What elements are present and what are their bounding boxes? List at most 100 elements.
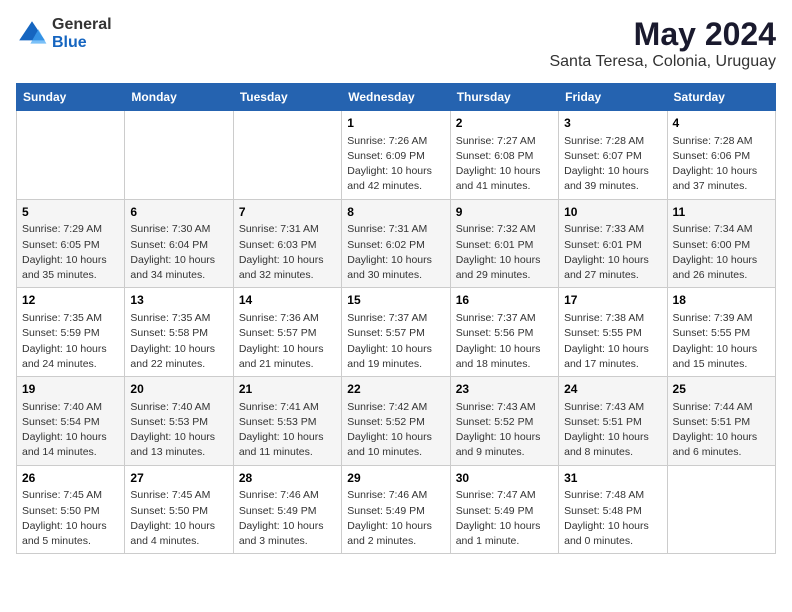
day-number: 24 (564, 381, 661, 398)
day-number: 2 (456, 115, 553, 132)
calendar-cell: 18 Sunrise: 7:39 AMSunset: 5:55 PMDayligh… (667, 288, 775, 377)
day-info: Sunrise: 7:33 AMSunset: 6:01 PMDaylight:… (564, 222, 661, 283)
calendar-cell (125, 111, 233, 200)
day-info: Sunrise: 7:37 AMSunset: 5:57 PMDaylight:… (347, 311, 444, 372)
day-info: Sunrise: 7:31 AMSunset: 6:03 PMDaylight:… (239, 222, 336, 283)
calendar-table: Sunday Monday Tuesday Wednesday Thursday… (16, 83, 776, 554)
day-info: Sunrise: 7:41 AMSunset: 5:53 PMDaylight:… (239, 400, 336, 461)
col-wednesday: Wednesday (342, 84, 450, 111)
logo: General Blue (16, 16, 112, 51)
day-info: Sunrise: 7:29 AMSunset: 6:05 PMDaylight:… (22, 222, 119, 283)
day-info: Sunrise: 7:47 AMSunset: 5:49 PMDaylight:… (456, 488, 553, 549)
calendar-cell: 4Sunrise: 7:28 AMSunset: 6:06 PMDaylight… (667, 111, 775, 200)
day-number: 15 (347, 292, 444, 309)
day-number: 28 (239, 470, 336, 487)
day-info: Sunrise: 7:37 AMSunset: 5:56 PMDaylight:… (456, 311, 553, 372)
day-number: 30 (456, 470, 553, 487)
calendar-cell: 20 Sunrise: 7:40 AMSunset: 5:53 PMDayligh… (125, 377, 233, 466)
day-info: Sunrise: 7:44 AMSunset: 5:51 PMDaylight:… (673, 400, 770, 461)
calendar-cell: 25 Sunrise: 7:44 AMSunset: 5:51 PMDayligh… (667, 377, 775, 466)
calendar-cell: 26Sunrise: 7:45 AMSunset: 5:50 PMDayligh… (17, 465, 125, 554)
logo-blue: Blue (52, 34, 112, 52)
calendar-cell: 17 Sunrise: 7:38 AMSunset: 5:55 PMDayligh… (559, 288, 667, 377)
calendar-cell: 30Sunrise: 7:47 AMSunset: 5:49 PMDayligh… (450, 465, 558, 554)
day-info: Sunrise: 7:35 AMSunset: 5:59 PMDaylight:… (22, 311, 119, 372)
day-info: Sunrise: 7:46 AMSunset: 5:49 PMDaylight:… (347, 488, 444, 549)
calendar-cell: 15 Sunrise: 7:37 AMSunset: 5:57 PMDayligh… (342, 288, 450, 377)
day-number: 19 (22, 381, 119, 398)
day-number: 22 (347, 381, 444, 398)
day-info: Sunrise: 7:38 AMSunset: 5:55 PMDaylight:… (564, 311, 661, 372)
day-info: Sunrise: 7:48 AMSunset: 5:48 PMDaylight:… (564, 488, 661, 549)
day-info: Sunrise: 7:31 AMSunset: 6:02 PMDaylight:… (347, 222, 444, 283)
calendar-cell: 1 Sunrise: 7:26 AMSunset: 6:09 PMDaylight… (342, 111, 450, 200)
col-monday: Monday (125, 84, 233, 111)
calendar-cell: 29Sunrise: 7:46 AMSunset: 5:49 PMDayligh… (342, 465, 450, 554)
day-number: 21 (239, 381, 336, 398)
calendar-cell: 11Sunrise: 7:34 AMSunset: 6:00 PMDayligh… (667, 199, 775, 288)
day-info: Sunrise: 7:45 AMSunset: 5:50 PMDaylight:… (22, 488, 119, 549)
calendar-cell: 23Sunrise: 7:43 AMSunset: 5:52 PMDayligh… (450, 377, 558, 466)
day-info: Sunrise: 7:27 AMSunset: 6:08 PMDaylight:… (456, 134, 553, 195)
day-info: Sunrise: 7:32 AMSunset: 6:01 PMDaylight:… (456, 222, 553, 283)
calendar-cell: 22 Sunrise: 7:42 AMSunset: 5:52 PMDayligh… (342, 377, 450, 466)
day-info: Sunrise: 7:46 AMSunset: 5:49 PMDaylight:… (239, 488, 336, 549)
day-number: 6 (130, 204, 227, 221)
day-number: 7 (239, 204, 336, 221)
day-number: 1 (347, 115, 444, 132)
calendar-week-4: 19 Sunrise: 7:40 AMSunset: 5:54 PMDayligh… (17, 377, 776, 466)
day-info: Sunrise: 7:40 AMSunset: 5:54 PMDaylight:… (22, 400, 119, 461)
day-info: Sunrise: 7:35 AMSunset: 5:58 PMDaylight:… (130, 311, 227, 372)
day-number: 20 (130, 381, 227, 398)
calendar-cell: 9Sunrise: 7:32 AMSunset: 6:01 PMDaylight… (450, 199, 558, 288)
calendar-body: 1 Sunrise: 7:26 AMSunset: 6:09 PMDaylight… (17, 111, 776, 554)
subtitle: Santa Teresa, Colonia, Uruguay (549, 53, 776, 71)
col-saturday: Saturday (667, 84, 775, 111)
calendar-cell: 6Sunrise: 7:30 AMSunset: 6:04 PMDaylight… (125, 199, 233, 288)
day-number: 8 (347, 204, 444, 221)
title-block: May 2024 Santa Teresa, Colonia, Uruguay (549, 16, 776, 71)
calendar-cell: 13 Sunrise: 7:35 AMSunset: 5:58 PMDayligh… (125, 288, 233, 377)
col-friday: Friday (559, 84, 667, 111)
day-info: Sunrise: 7:39 AMSunset: 5:55 PMDaylight:… (673, 311, 770, 372)
day-number: 17 (564, 292, 661, 309)
day-info: Sunrise: 7:40 AMSunset: 5:53 PMDaylight:… (130, 400, 227, 461)
calendar-week-5: 26Sunrise: 7:45 AMSunset: 5:50 PMDayligh… (17, 465, 776, 554)
calendar-cell: 21 Sunrise: 7:41 AMSunset: 5:53 PMDayligh… (233, 377, 341, 466)
day-number: 29 (347, 470, 444, 487)
day-number: 9 (456, 204, 553, 221)
calendar-cell: 2 Sunrise: 7:27 AMSunset: 6:08 PMDaylight… (450, 111, 558, 200)
day-info: Sunrise: 7:36 AMSunset: 5:57 PMDaylight:… (239, 311, 336, 372)
day-info: Sunrise: 7:43 AMSunset: 5:52 PMDaylight:… (456, 400, 553, 461)
day-info: Sunrise: 7:43 AMSunset: 5:51 PMDaylight:… (564, 400, 661, 461)
day-number: 26 (22, 470, 119, 487)
day-number: 4 (673, 115, 770, 132)
day-number: 18 (673, 292, 770, 309)
day-number: 3 (564, 115, 661, 132)
calendar-cell: 5Sunrise: 7:29 AMSunset: 6:05 PMDaylight… (17, 199, 125, 288)
calendar-cell: 28Sunrise: 7:46 AMSunset: 5:49 PMDayligh… (233, 465, 341, 554)
calendar-cell: 16Sunrise: 7:37 AMSunset: 5:56 PMDayligh… (450, 288, 558, 377)
calendar-cell: 27Sunrise: 7:45 AMSunset: 5:50 PMDayligh… (125, 465, 233, 554)
day-number: 25 (673, 381, 770, 398)
col-sunday: Sunday (17, 84, 125, 111)
logo-text: General Blue (52, 16, 112, 51)
calendar-cell (233, 111, 341, 200)
calendar-cell: 8Sunrise: 7:31 AMSunset: 6:02 PMDaylight… (342, 199, 450, 288)
logo-icon (16, 18, 48, 50)
day-info: Sunrise: 7:45 AMSunset: 5:50 PMDaylight:… (130, 488, 227, 549)
calendar-cell: 31Sunrise: 7:48 AMSunset: 5:48 PMDayligh… (559, 465, 667, 554)
calendar-cell: 24 Sunrise: 7:43 AMSunset: 5:51 PMDayligh… (559, 377, 667, 466)
calendar-cell: 7Sunrise: 7:31 AMSunset: 6:03 PMDaylight… (233, 199, 341, 288)
day-number: 10 (564, 204, 661, 221)
col-tuesday: Tuesday (233, 84, 341, 111)
day-number: 13 (130, 292, 227, 309)
calendar-cell (667, 465, 775, 554)
col-thursday: Thursday (450, 84, 558, 111)
day-number: 12 (22, 292, 119, 309)
day-info: Sunrise: 7:42 AMSunset: 5:52 PMDaylight:… (347, 400, 444, 461)
day-info: Sunrise: 7:26 AMSunset: 6:09 PMDaylight:… (347, 134, 444, 195)
calendar-week-2: 5Sunrise: 7:29 AMSunset: 6:05 PMDaylight… (17, 199, 776, 288)
calendar-cell: 3Sunrise: 7:28 AMSunset: 6:07 PMDaylight… (559, 111, 667, 200)
calendar-cell: 10Sunrise: 7:33 AMSunset: 6:01 PMDayligh… (559, 199, 667, 288)
